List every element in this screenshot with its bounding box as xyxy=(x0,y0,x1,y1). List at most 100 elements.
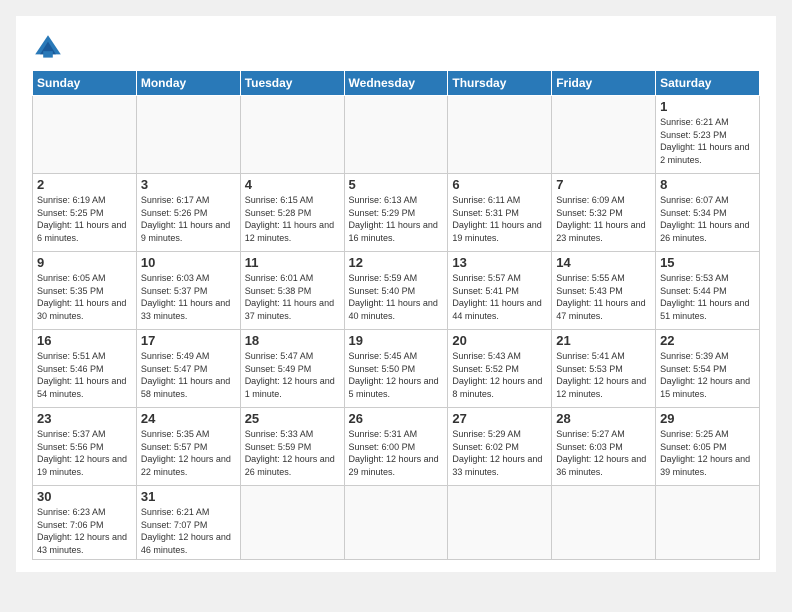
calendar-day-cell xyxy=(448,96,552,174)
calendar-day-cell: 25Sunrise: 5:33 AM Sunset: 5:59 PM Dayli… xyxy=(240,408,344,486)
calendar-body: 1Sunrise: 6:21 AM Sunset: 5:23 PM Daylig… xyxy=(33,96,760,560)
day-info: Sunrise: 5:47 AM Sunset: 5:49 PM Dayligh… xyxy=(245,350,340,400)
day-number: 1 xyxy=(660,99,755,114)
weekday-header-tuesday: Tuesday xyxy=(240,71,344,96)
day-number: 11 xyxy=(245,255,340,270)
day-info: Sunrise: 5:35 AM Sunset: 5:57 PM Dayligh… xyxy=(141,428,236,478)
day-number: 28 xyxy=(556,411,651,426)
day-number: 19 xyxy=(349,333,444,348)
weekday-header-friday: Friday xyxy=(552,71,656,96)
calendar-day-cell: 19 Sunrise: 5:45 AM Sunset: 5:50 PM Dayli… xyxy=(344,330,448,408)
day-info: Sunrise: 5:41 AM Sunset: 5:53 PM Dayligh… xyxy=(556,350,651,400)
day-info: Sunrise: 5:45 AM Sunset: 5:50 PM Dayligh… xyxy=(349,350,444,400)
calendar-day-cell xyxy=(552,96,656,174)
calendar-day-cell: 30 Sunrise: 6:23 AM Sunset: 7:06 PM Dayli… xyxy=(33,486,137,560)
calendar-day-cell: 24 Sunrise: 5:35 AM Sunset: 5:57 PM Dayli… xyxy=(136,408,240,486)
day-info: Sunrise: 6:15 AM Sunset: 5:28 PM Dayligh… xyxy=(245,194,340,244)
day-number: 16 xyxy=(37,333,132,348)
calendar-day-cell xyxy=(552,486,656,560)
calendar-day-cell xyxy=(136,96,240,174)
calendar-day-cell: 28 Sunrise: 5:27 AM Sunset: 6:03 PM Dayli… xyxy=(552,408,656,486)
day-info: Sunrise: 5:29 AM Sunset: 6:02 PM Dayligh… xyxy=(452,428,547,478)
calendar-day-cell: 21 Sunrise: 5:41 AM Sunset: 5:53 PM Dayli… xyxy=(552,330,656,408)
day-info: Sunrise: 5:31 AM Sunset: 6:00 PM Dayligh… xyxy=(349,428,444,478)
day-number: 8 xyxy=(660,177,755,192)
calendar-day-cell: 16 Sunrise: 5:51 AM Sunset: 5:46 PM Dayli… xyxy=(33,330,137,408)
day-info: Sunrise: 5:57 AM Sunset: 5:41 PM Dayligh… xyxy=(452,272,547,322)
day-number: 24 xyxy=(141,411,236,426)
calendar-day-cell: 23 Sunrise: 5:37 AM Sunset: 5:56 PM Dayli… xyxy=(33,408,137,486)
weekday-header-saturday: Saturday xyxy=(656,71,760,96)
day-number: 20 xyxy=(452,333,547,348)
calendar-day-cell: 15Sunrise: 5:53 AM Sunset: 5:44 PM Dayli… xyxy=(656,252,760,330)
day-info: Sunrise: 5:59 AM Sunset: 5:40 PM Dayligh… xyxy=(349,272,444,322)
weekday-header-wednesday: Wednesday xyxy=(344,71,448,96)
day-number: 29 xyxy=(660,411,755,426)
calendar-day-cell: 7Sunrise: 6:09 AM Sunset: 5:32 PM Daylig… xyxy=(552,174,656,252)
day-number: 15 xyxy=(660,255,755,270)
calendar-day-cell: 26 Sunrise: 5:31 AM Sunset: 6:00 PM Dayli… xyxy=(344,408,448,486)
day-info: Sunrise: 5:55 AM Sunset: 5:43 PM Dayligh… xyxy=(556,272,651,322)
calendar-day-cell xyxy=(656,486,760,560)
day-info: Sunrise: 5:51 AM Sunset: 5:46 PM Dayligh… xyxy=(37,350,132,400)
day-info: Sunrise: 6:05 AM Sunset: 5:35 PM Dayligh… xyxy=(37,272,132,322)
calendar-day-cell: 6Sunrise: 6:11 AM Sunset: 5:31 PM Daylig… xyxy=(448,174,552,252)
day-number: 31 xyxy=(141,489,236,504)
calendar-week-row: 9 Sunrise: 6:05 AM Sunset: 5:35 PM Daylig… xyxy=(33,252,760,330)
day-number: 9 xyxy=(37,255,132,270)
calendar-day-cell: 12 Sunrise: 5:59 AM Sunset: 5:40 PM Dayli… xyxy=(344,252,448,330)
day-info: Sunrise: 6:01 AM Sunset: 5:38 PM Dayligh… xyxy=(245,272,340,322)
calendar-table: SundayMondayTuesdayWednesdayThursdayFrid… xyxy=(32,70,760,560)
calendar-day-cell: 3Sunrise: 6:17 AM Sunset: 5:26 PM Daylig… xyxy=(136,174,240,252)
day-info: Sunrise: 6:11 AM Sunset: 5:31 PM Dayligh… xyxy=(452,194,547,244)
day-number: 26 xyxy=(349,411,444,426)
calendar-page: SundayMondayTuesdayWednesdayThursdayFrid… xyxy=(16,16,776,572)
day-info: Sunrise: 6:19 AM Sunset: 5:25 PM Dayligh… xyxy=(37,194,132,244)
day-number: 21 xyxy=(556,333,651,348)
calendar-week-row: 16 Sunrise: 5:51 AM Sunset: 5:46 PM Dayli… xyxy=(33,330,760,408)
day-number: 18 xyxy=(245,333,340,348)
calendar-day-cell: 2 Sunrise: 6:19 AM Sunset: 5:25 PM Daylig… xyxy=(33,174,137,252)
day-number: 13 xyxy=(452,255,547,270)
day-info: Sunrise: 6:23 AM Sunset: 7:06 PM Dayligh… xyxy=(37,506,132,556)
day-number: 10 xyxy=(141,255,236,270)
calendar-day-cell xyxy=(240,96,344,174)
weekday-header-sunday: Sunday xyxy=(33,71,137,96)
day-number: 17 xyxy=(141,333,236,348)
calendar-header: SundayMondayTuesdayWednesdayThursdayFrid… xyxy=(33,71,760,96)
calendar-day-cell xyxy=(33,96,137,174)
day-number: 30 xyxy=(37,489,132,504)
calendar-week-row: 30 Sunrise: 6:23 AM Sunset: 7:06 PM Dayli… xyxy=(33,486,760,560)
day-number: 2 xyxy=(37,177,132,192)
day-info: Sunrise: 6:09 AM Sunset: 5:32 PM Dayligh… xyxy=(556,194,651,244)
calendar-day-cell: 29Sunrise: 5:25 AM Sunset: 6:05 PM Dayli… xyxy=(656,408,760,486)
day-info: Sunrise: 5:37 AM Sunset: 5:56 PM Dayligh… xyxy=(37,428,132,478)
calendar-day-cell: 18 Sunrise: 5:47 AM Sunset: 5:49 PM Dayli… xyxy=(240,330,344,408)
day-number: 23 xyxy=(37,411,132,426)
calendar-day-cell: 10Sunrise: 6:03 AM Sunset: 5:37 PM Dayli… xyxy=(136,252,240,330)
calendar-day-cell xyxy=(344,486,448,560)
logo-icon xyxy=(32,32,64,64)
day-number: 22 xyxy=(660,333,755,348)
calendar-day-cell xyxy=(344,96,448,174)
day-info: Sunrise: 5:49 AM Sunset: 5:47 PM Dayligh… xyxy=(141,350,236,400)
calendar-day-cell: 14Sunrise: 5:55 AM Sunset: 5:43 PM Dayli… xyxy=(552,252,656,330)
calendar-day-cell: 20 Sunrise: 5:43 AM Sunset: 5:52 PM Dayli… xyxy=(448,330,552,408)
day-info: Sunrise: 6:07 AM Sunset: 5:34 PM Dayligh… xyxy=(660,194,755,244)
calendar-week-row: 1Sunrise: 6:21 AM Sunset: 5:23 PM Daylig… xyxy=(33,96,760,174)
day-number: 27 xyxy=(452,411,547,426)
day-info: Sunrise: 5:43 AM Sunset: 5:52 PM Dayligh… xyxy=(452,350,547,400)
day-number: 5 xyxy=(349,177,444,192)
day-info: Sunrise: 6:13 AM Sunset: 5:29 PM Dayligh… xyxy=(349,194,444,244)
calendar-day-cell: 22 Sunrise: 5:39 AM Sunset: 5:54 PM Dayli… xyxy=(656,330,760,408)
calendar-day-cell: 13 Sunrise: 5:57 AM Sunset: 5:41 PM Dayli… xyxy=(448,252,552,330)
calendar-day-cell: 17 Sunrise: 5:49 AM Sunset: 5:47 PM Dayli… xyxy=(136,330,240,408)
day-number: 12 xyxy=(349,255,444,270)
day-info: Sunrise: 5:39 AM Sunset: 5:54 PM Dayligh… xyxy=(660,350,755,400)
calendar-day-cell: 31 Sunrise: 6:21 AM Sunset: 7:07 PM Dayli… xyxy=(136,486,240,560)
calendar-day-cell: 1Sunrise: 6:21 AM Sunset: 5:23 PM Daylig… xyxy=(656,96,760,174)
day-info: Sunrise: 5:27 AM Sunset: 6:03 PM Dayligh… xyxy=(556,428,651,478)
calendar-day-cell: 11 Sunrise: 6:01 AM Sunset: 5:38 PM Dayli… xyxy=(240,252,344,330)
day-info: Sunrise: 6:21 AM Sunset: 7:07 PM Dayligh… xyxy=(141,506,236,556)
calendar-day-cell xyxy=(240,486,344,560)
